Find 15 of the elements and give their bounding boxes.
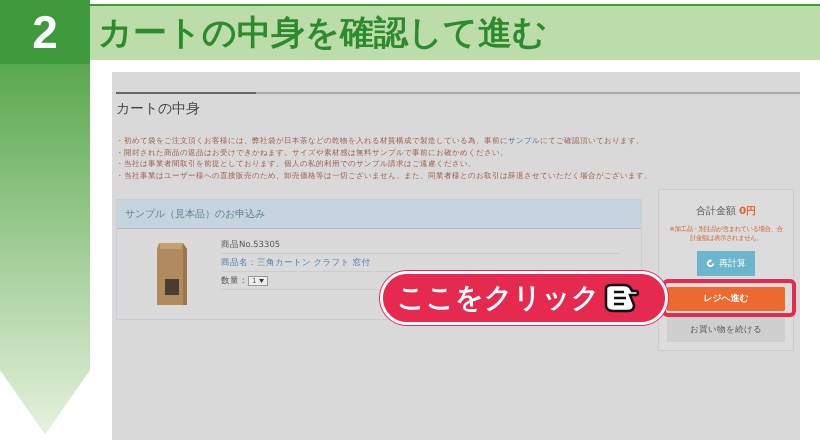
caret-icon <box>258 278 264 283</box>
panel-title: サンプル（見本品）のお申込み <box>117 200 641 228</box>
product-name: 商品名：三角カートン クラフト 窓付 <box>221 258 370 268</box>
refresh-icon <box>706 258 715 268</box>
page-heading: カートの中身 <box>116 100 201 118</box>
continue-shopping-button[interactable]: お買い物を続ける <box>667 318 785 342</box>
step-number: 2 <box>0 0 90 64</box>
step-title: カートの中身を確認して進む <box>90 4 820 60</box>
quantity-label: 数量： <box>221 276 248 286</box>
checkout-button[interactable]: レジへ進む <box>667 286 785 311</box>
pointing-hand-icon <box>604 283 640 313</box>
total-amount: 合計金額 0円 <box>696 204 756 218</box>
product-number: 商品No.53305 <box>221 238 621 254</box>
recalculate-button[interactable]: 再計算 <box>697 250 755 276</box>
callout-text: ここをクリック <box>397 280 600 316</box>
